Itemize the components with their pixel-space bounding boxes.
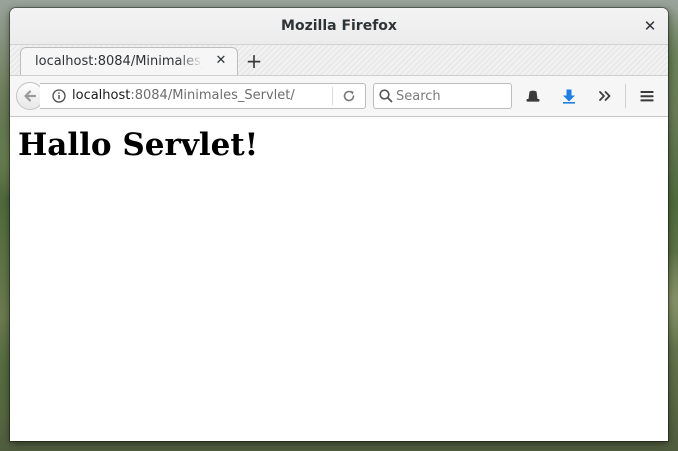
url-path: :8084/Minimales_Servlet/ (130, 88, 295, 103)
window-close-button[interactable]: ✕ (640, 16, 660, 36)
new-tab-button[interactable]: + (242, 49, 266, 73)
site-info-icon[interactable] (52, 89, 66, 103)
reload-icon[interactable] (341, 88, 357, 104)
plus-icon: + (245, 49, 263, 73)
page-heading: Hallo Servlet! (18, 127, 259, 163)
url-host: localhost (72, 88, 131, 103)
identity-button[interactable] (520, 84, 546, 108)
browser-window: Mozilla Firefox ✕ localhost:8084/Minimal… (10, 8, 668, 441)
menu-icon (640, 91, 654, 102)
tab-minimales-servlet[interactable]: localhost:8084/Minimales_Servlet/ ✕ (20, 47, 238, 75)
toolbar-separator (625, 84, 626, 108)
search-box[interactable] (373, 83, 512, 109)
search-input[interactable] (396, 84, 506, 108)
downloads-button[interactable] (556, 84, 582, 108)
download-icon (563, 89, 575, 104)
identity-icon (526, 90, 540, 102)
overflow-chevron-icon (599, 91, 611, 101)
url-text[interactable]: localhost:8084/Minimales_Servlet/ (72, 84, 295, 108)
close-icon: ✕ (643, 17, 657, 35)
navigation-toolbar: localhost:8084/Minimales_Servlet/ (10, 75, 668, 117)
tab-close-button[interactable]: ✕ (213, 53, 229, 69)
back-arrow-icon (24, 90, 37, 102)
overflow-button[interactable] (592, 84, 618, 108)
page-content: Hallo Servlet! (10, 117, 668, 441)
close-icon: ✕ (215, 53, 227, 68)
menu-button[interactable] (634, 84, 660, 108)
url-bar[interactable]: localhost:8084/Minimales_Servlet/ (40, 83, 366, 109)
search-icon (379, 89, 393, 103)
tab-label: localhost:8084/Minimales_Servlet/ (35, 54, 203, 69)
tab-strip: localhost:8084/Minimales_Servlet/ ✕ + (10, 45, 668, 75)
title-bar[interactable]: Mozilla Firefox ✕ (10, 8, 668, 45)
window-title: Mozilla Firefox (281, 18, 397, 34)
url-bar-separator (332, 87, 333, 105)
